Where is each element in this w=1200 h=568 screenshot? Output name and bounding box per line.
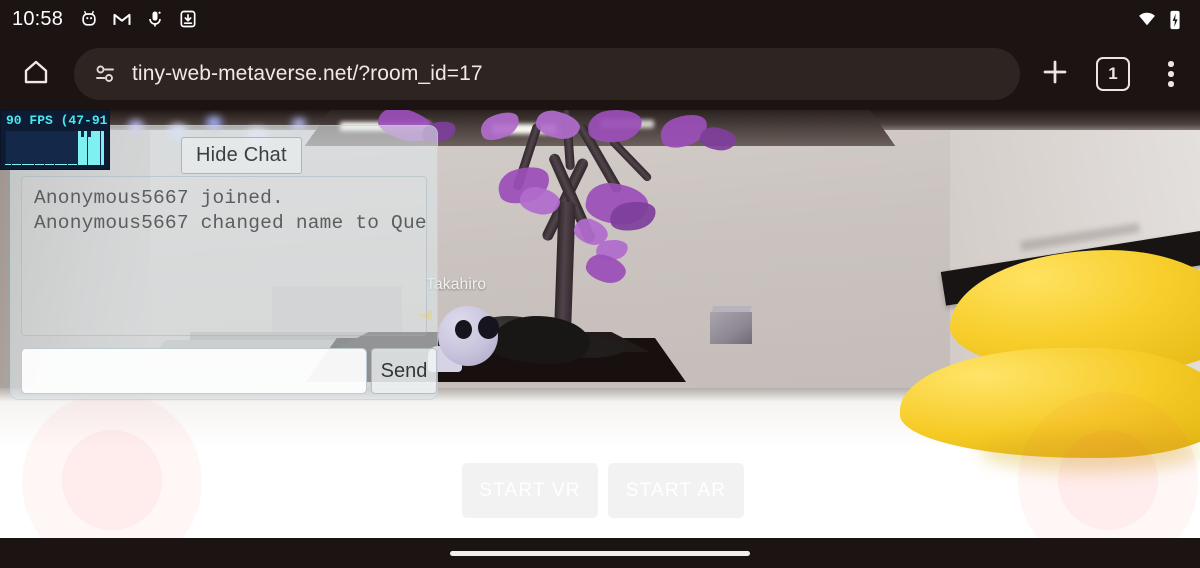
- gmail-icon: [112, 9, 132, 29]
- hide-chat-button[interactable]: Hide Chat: [181, 137, 302, 174]
- yellow-object-shadow: [980, 432, 1200, 472]
- browser-toolbar: tiny-web-metaverse.net/?room_id=17 1: [0, 38, 1200, 110]
- start-ar-button[interactable]: START AR: [608, 463, 744, 518]
- fps-label: 90 FPS (47-91): [6, 113, 110, 128]
- send-message-button[interactable]: Send: [371, 348, 437, 394]
- android-navigation-bar: [0, 538, 1200, 568]
- status-bar-clock: 10:58: [12, 7, 64, 30]
- browser-menu-button[interactable]: [1142, 45, 1200, 103]
- wifi-icon: [1136, 9, 1156, 29]
- url-bar[interactable]: tiny-web-metaverse.net/?room_id=17: [74, 48, 1020, 100]
- plus-icon: [1040, 57, 1070, 92]
- home-icon: [21, 57, 51, 92]
- tab-switcher-button[interactable]: 1: [1084, 45, 1142, 103]
- chat-message: Anonymous5667 joined.: [34, 187, 284, 209]
- avatar-eye: [455, 320, 472, 339]
- chat-message: Anonymous5667 changed name to Quest.: [34, 212, 427, 234]
- xr-button-row: START VR START AR: [462, 463, 744, 518]
- home-button[interactable]: [8, 46, 64, 102]
- overflow-menu-icon: [1168, 61, 1174, 87]
- status-bar-system-icons: [1136, 0, 1187, 38]
- fps-graph: [5, 131, 104, 165]
- chat-message-log[interactable]: Anonymous5667 joined. Anonymous5667 chan…: [21, 176, 427, 336]
- fps-graph-bar: [100, 131, 104, 165]
- start-vr-button[interactable]: START VR: [462, 463, 598, 518]
- android-status-bar: 10:58: [0, 0, 1200, 38]
- url-text: tiny-web-metaverse.net/?room_id=17: [132, 62, 483, 85]
- avatar-eye: [478, 316, 499, 339]
- battery-icon: [1167, 9, 1187, 30]
- microphone-icon: [145, 9, 165, 29]
- tab-count-badge: 1: [1096, 57, 1130, 91]
- chat-input-row: Send: [21, 348, 437, 394]
- new-tab-button[interactable]: [1026, 45, 1084, 103]
- download-icon: [178, 9, 198, 29]
- fps-stats-panel[interactable]: 90 FPS (47-91): [0, 110, 110, 170]
- gray-cube: [710, 312, 752, 344]
- page-info-icon[interactable]: [94, 62, 118, 86]
- chat-text-input[interactable]: [21, 348, 367, 394]
- status-bar-notification-icons: [79, 9, 198, 29]
- android-debug-icon: [79, 9, 99, 29]
- phone-screen: Takahiro START VR START AR 90 FPS (47-91…: [0, 0, 1200, 568]
- home-gesture-pill[interactable]: [450, 550, 750, 556]
